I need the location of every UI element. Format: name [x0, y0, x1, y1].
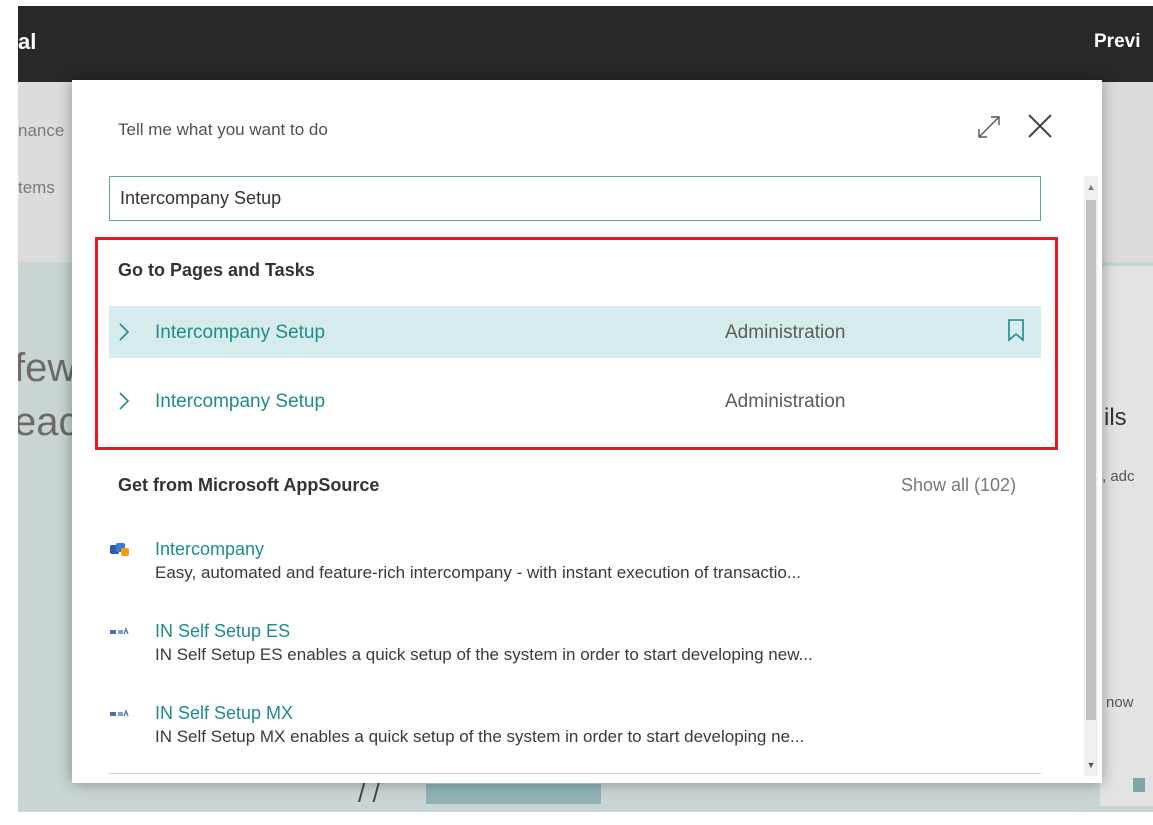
app-description: Easy, automated and feature-rich interco… [155, 563, 802, 582]
background-card [1100, 266, 1153, 806]
top-bar: al Previ [18, 6, 1153, 82]
result-category: Administration [725, 391, 846, 412]
background-bar [426, 784, 601, 804]
scroll-down-arrow-icon[interactable]: ▼ [1084, 756, 1098, 774]
background-nav-fragment: nance [18, 121, 65, 140]
background-side-fragment: now [1106, 694, 1134, 711]
bookmark-icon[interactable] [1007, 318, 1025, 342]
background-side-fragment: ils [1104, 404, 1127, 431]
app-description: IN Self Setup ES enables a quick setup o… [155, 645, 813, 664]
page-result-row[interactable]: Intercompany Setup Administration [109, 375, 1041, 427]
result-name: Intercompany Setup [155, 391, 326, 412]
background-side-fragment: , adc [1102, 468, 1135, 485]
chevron-right-icon [119, 392, 130, 410]
dialog-title: Tell me what you want to do [118, 120, 328, 139]
tell-me-dialog: Tell me what you want to do Go to Pages … [72, 80, 1102, 783]
intercompany-app-icon [110, 543, 129, 556]
appsource-app-item[interactable]: Intercompany Easy, automated and feature… [109, 539, 1041, 599]
appsource-app-item[interactable]: IN Self Setup MX IN Self Setup MX enable… [109, 703, 1041, 763]
list-divider [109, 773, 1041, 774]
result-category: Administration [725, 322, 846, 343]
app-name: IN Self Setup MX [155, 703, 294, 723]
background-nav-fragment: tems [18, 178, 55, 197]
scrollbar-thumb[interactable] [1086, 200, 1096, 720]
app-name: Intercompany [155, 539, 265, 559]
appsource-app-item[interactable]: IN Self Setup ES IN Self Setup ES enable… [109, 621, 1041, 681]
scroll-up-arrow-icon[interactable]: ▲ [1084, 178, 1098, 196]
result-name: Intercompany Setup [155, 322, 326, 343]
in-self-setup-app-icon [110, 627, 129, 635]
page-result-row[interactable]: Intercompany Setup Administration [109, 306, 1041, 358]
dialog-scrollbar[interactable]: ▲ ▼ [1084, 176, 1098, 776]
expand-icon[interactable] [974, 112, 1004, 142]
appsource-section-heading: Get from Microsoft AppSource [118, 475, 380, 495]
search-input[interactable] [109, 176, 1041, 221]
background-headline-fragment: few [18, 346, 77, 390]
chevron-right-icon [119, 323, 130, 341]
preview-fragment: Previ [1094, 31, 1141, 52]
app-description: IN Self Setup MX enables a quick setup o… [155, 727, 805, 746]
background-headline-fragment: eac [18, 400, 79, 444]
background-box [1133, 778, 1145, 792]
app-name: IN Self Setup ES [155, 621, 291, 641]
pages-section-heading: Go to Pages and Tasks [118, 260, 315, 280]
close-icon[interactable] [1024, 110, 1056, 142]
in-self-setup-app-icon [110, 709, 129, 717]
app-title-fragment: al [18, 29, 37, 54]
show-all-link[interactable]: Show all (102) [901, 475, 1016, 496]
